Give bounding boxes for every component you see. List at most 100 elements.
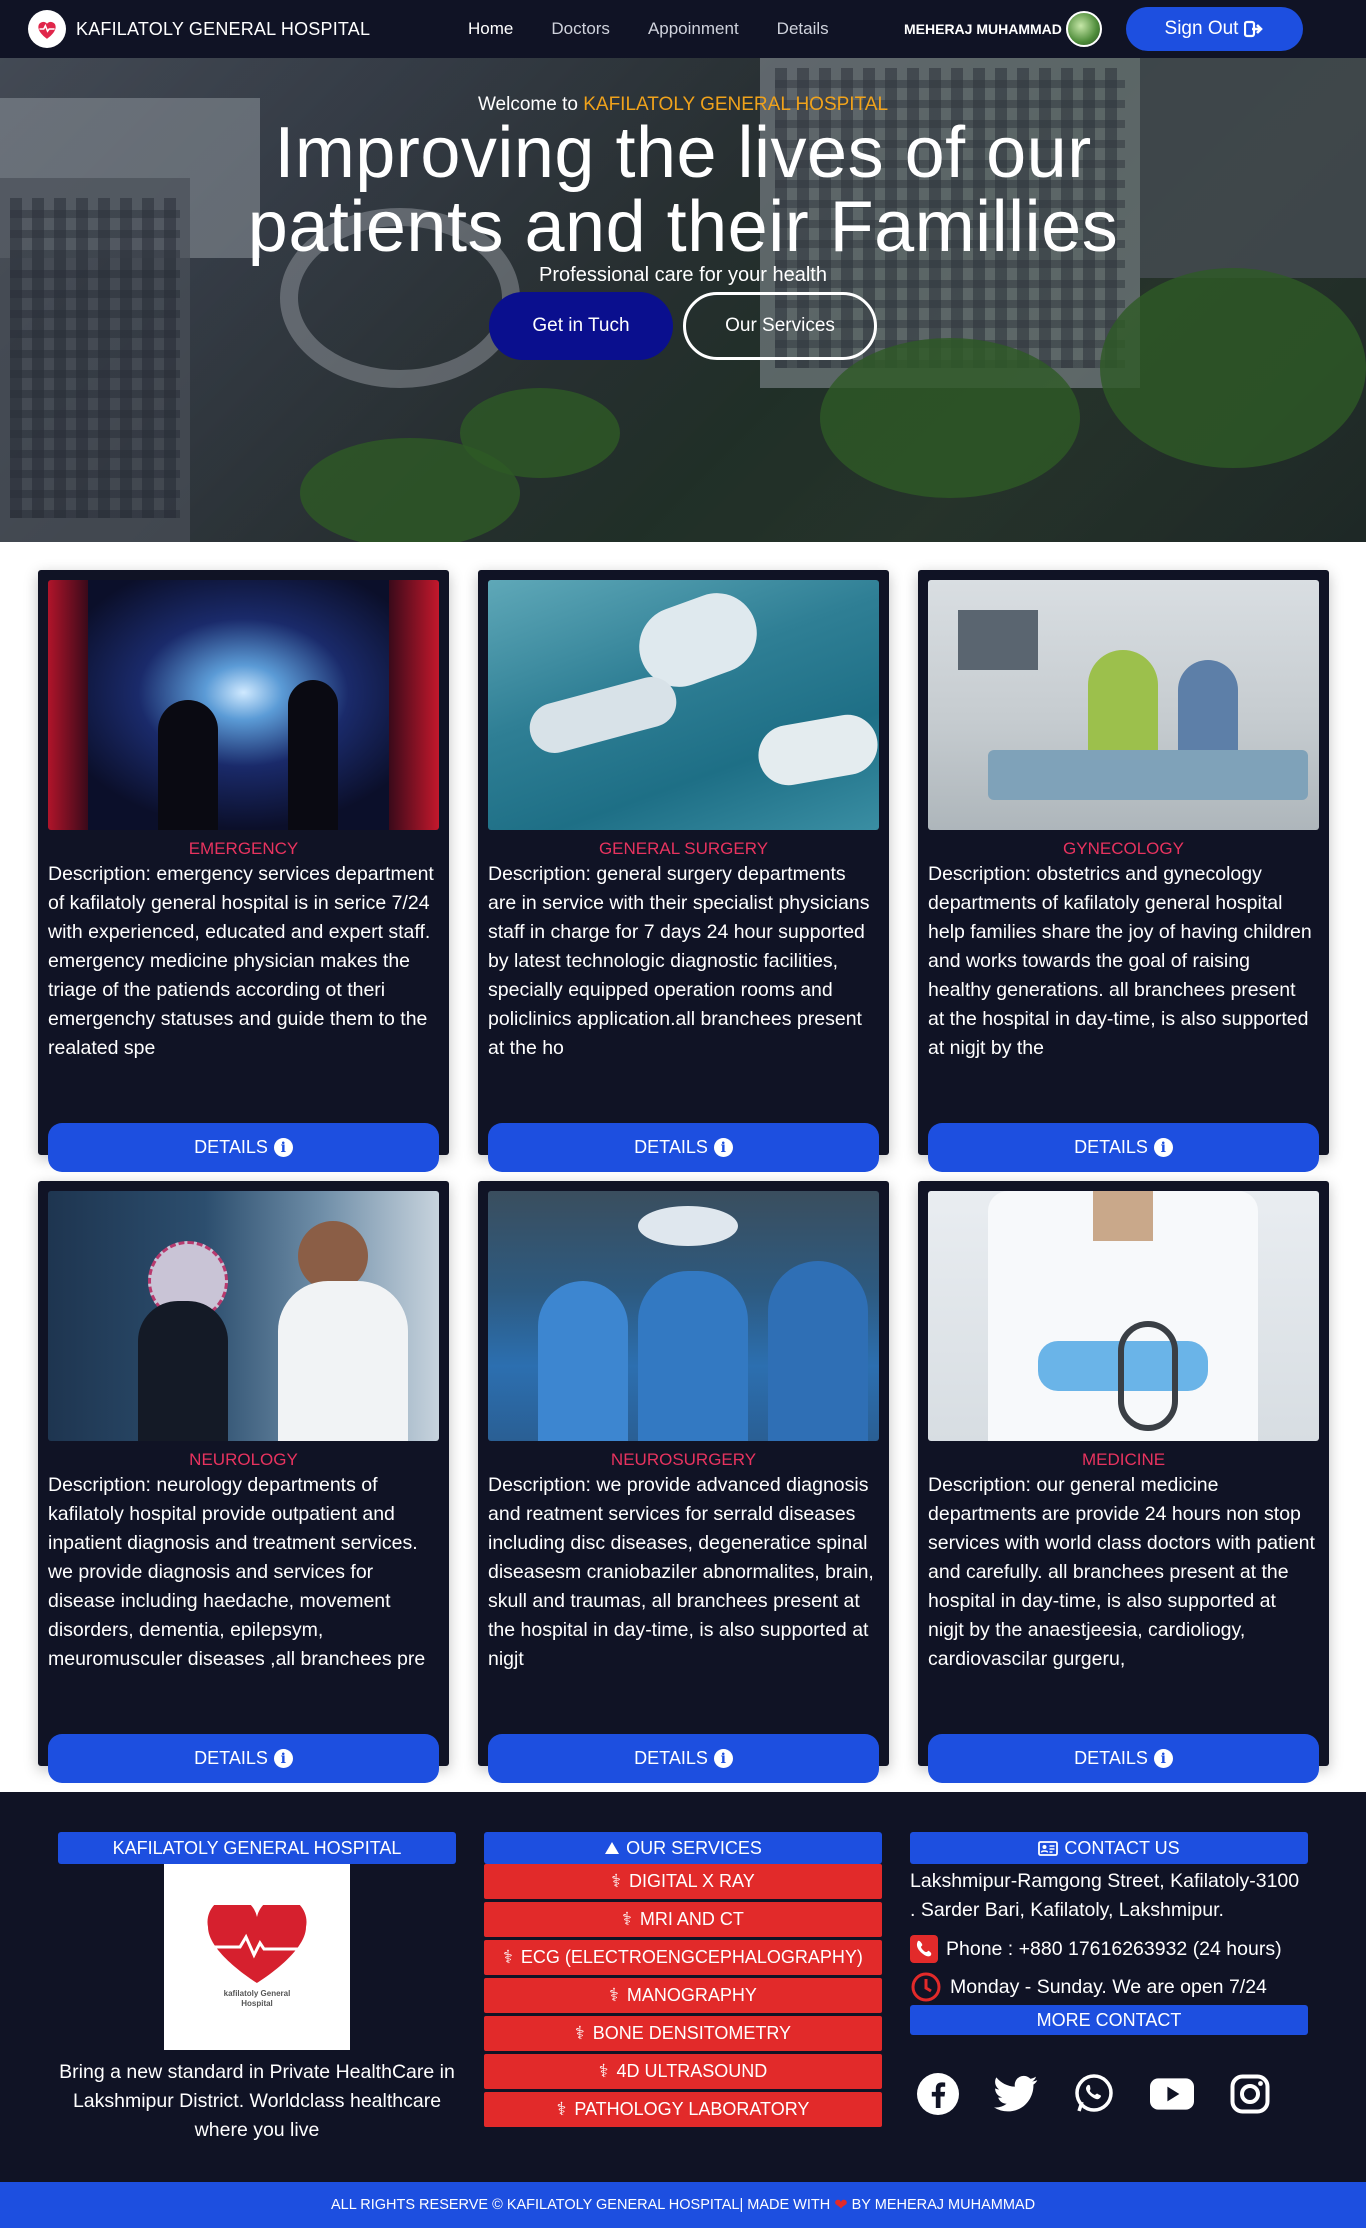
more-contact-button[interactable]: MORE CONTACT	[910, 2005, 1308, 2035]
info-icon: i	[273, 1138, 293, 1157]
details-button[interactable]: DETAILS i	[928, 1734, 1319, 1783]
nav-link-appointment[interactable]: Appoinment	[648, 19, 739, 39]
copyright-author: BY MEHERAJ MUHAMMAD	[851, 2197, 1036, 2213]
footer-about: KAFILATOLY GENERAL HOSPITAL kafilatoly G…	[58, 1832, 456, 2145]
footer-about-title: KAFILATOLY GENERAL HOSPITAL	[58, 1832, 456, 1864]
info-icon: i	[1153, 1138, 1173, 1157]
youtube-icon[interactable]	[1150, 2072, 1194, 2116]
clock-icon	[911, 1972, 941, 2002]
contact-phone[interactable]: Phone : +880 17616263932 (24 hours)	[910, 1935, 1308, 1963]
whatsapp-icon[interactable]	[1072, 2072, 1116, 2116]
contact-hours: Monday - Sunday. We are open 7/24	[910, 1971, 1308, 2003]
brand-name: KAFILATOLY GENERAL HOSPITAL	[76, 18, 371, 39]
nav-link-doctors[interactable]: Doctors	[551, 19, 610, 39]
card-title: GYNECOLOGY	[1063, 839, 1184, 858]
department-card: EMERGENCY Description: emergency service…	[38, 570, 449, 1172]
service-item[interactable]: ⚕ MRI AND CT	[484, 1902, 882, 1937]
hospital-logo: kafilatoly General Hospital	[164, 1864, 350, 2050]
service-label: ECG (ELECTROENGCEPHALOGRAPHY)	[520, 1947, 863, 1967]
details-button[interactable]: DETAILS i	[488, 1123, 879, 1172]
footer-services-label: OUR SERVICES	[626, 1837, 762, 1858]
card-description: Description: our general medicine depart…	[928, 1474, 1315, 1670]
service-label: 4D ULTRASOUND	[616, 2061, 768, 2081]
details-label: DETAILS	[1074, 1748, 1148, 1768]
details-button[interactable]: DETAILS i	[488, 1734, 879, 1783]
heart-logo-icon	[207, 1905, 307, 1983]
card-description: Description: neurology departments of ka…	[48, 1474, 426, 1670]
hero-bg-trees	[1100, 268, 1366, 468]
contact-phone-text: Phone : +880 17616263932 (24 hours)	[946, 1937, 1282, 1960]
card-description: Description: obstetrics and gynecology d…	[928, 863, 1312, 1059]
footer-contact-label: CONTACT US	[1064, 1837, 1180, 1858]
nav-link-home[interactable]: Home	[468, 19, 513, 39]
neurology-image	[48, 1191, 439, 1441]
hero-title: Improving the lives of our patients and …	[0, 116, 1366, 264]
service-label: BONE DENSITOMETRY	[592, 2023, 792, 2043]
hero-section: Welcome to KAFILATOLY GENERAL HOSPITAL I…	[0, 58, 1366, 542]
phone-icon	[910, 1935, 938, 1963]
user-profile[interactable]: MEHERAJ MUHAMMAD	[904, 0, 1102, 58]
service-label: MANOGRAPHY	[626, 1985, 757, 2005]
department-card: GENERAL SURGERY Description: general sur…	[478, 570, 889, 1172]
medicine-image	[928, 1191, 1319, 1441]
details-label: DETAILS	[634, 1748, 708, 1768]
contact-hours-text: Monday - Sunday. We are open 7/24	[950, 1975, 1267, 1998]
sign-out-label: Sign Out	[1164, 18, 1239, 39]
service-item[interactable]: ⚕ ECG (ELECTROENGCEPHALOGRAPHY)	[484, 1940, 882, 1975]
stethoscope-icon: ⚕	[611, 1871, 622, 1891]
details-label: DETAILS	[1074, 1137, 1148, 1157]
service-item[interactable]: ⚕ 4D ULTRASOUND	[484, 2054, 882, 2089]
department-card: MEDICINE Description: our general medici…	[918, 1181, 1329, 1783]
footer-services: OUR SERVICES ⚕ DIGITAL X RAY ⚕ MRI AND CT …	[484, 1832, 882, 2127]
service-item[interactable]: ⚕ BONE DENSITOMETRY	[484, 2016, 882, 2051]
emergency-image	[48, 580, 439, 830]
card-title: EMERGENCY	[188, 839, 299, 858]
details-button[interactable]: DETAILS i	[48, 1734, 439, 1783]
instagram-icon[interactable]	[1228, 2072, 1272, 2116]
card-title: NEUROSURGERY	[610, 1450, 757, 1469]
hero-title-line: patients and their Famillies	[247, 187, 1119, 267]
details-button[interactable]: DETAILS i	[928, 1123, 1319, 1172]
info-icon: i	[273, 1749, 293, 1768]
card-description: Description: general surgery departments…	[488, 863, 870, 1059]
our-services-button[interactable]: Our Services	[683, 292, 877, 360]
welcome-hospital-name: KAFILATOLY GENERAL HOSPITAL	[583, 94, 889, 115]
nav-link-details[interactable]: Details	[777, 19, 829, 39]
hero-bg-trees	[820, 338, 1080, 498]
brand[interactable]: KAFILATOLY GENERAL HOSPITAL	[28, 10, 370, 48]
get-in-touch-button[interactable]: Get in Tuch	[489, 292, 673, 360]
user-name: MEHERAJ MUHAMMAD	[904, 21, 1062, 37]
heart-icon: ❤	[834, 2197, 848, 2214]
service-label: DIGITAL X RAY	[629, 1871, 755, 1891]
footer-contact: CONTACT US Lakshmipur-Ramgong Street, Ka…	[910, 1832, 1308, 2035]
card-description: Description: emergency services departme…	[48, 863, 434, 1059]
social-links	[916, 2072, 1272, 2116]
logo-text: kafilatoly General Hospital	[223, 1989, 291, 2008]
details-button[interactable]: DETAILS i	[48, 1123, 439, 1172]
service-item[interactable]: ⚕ PATHOLOGY LABORATORY	[484, 2092, 882, 2127]
contact-card-icon	[1038, 1840, 1059, 1856]
services-list: ⚕ DIGITAL X RAY ⚕ MRI AND CT ⚕ ECG (ELECTRO…	[484, 1864, 882, 2127]
avatar[interactable]	[1065, 11, 1102, 47]
neurosurgery-image	[488, 1191, 879, 1441]
service-item[interactable]: ⚕ DIGITAL X RAY	[484, 1864, 882, 1899]
gynecology-image	[928, 580, 1319, 830]
footer-tagline: Bring a new standard in Private HealthCa…	[59, 2061, 455, 2141]
contact-address: Lakshmipur-Ramgong Street, Kafilatoly-31…	[910, 1870, 1300, 1921]
sign-out-button[interactable]: Sign Out	[1126, 7, 1303, 51]
service-item[interactable]: ⚕ MANOGRAPHY	[484, 1978, 882, 2013]
details-label: DETAILS	[194, 1137, 268, 1157]
welcome-prefix: Welcome to	[477, 94, 578, 115]
details-label: DETAILS	[634, 1137, 708, 1157]
info-icon: i	[713, 1749, 733, 1768]
ambulance-icon	[605, 1842, 620, 1854]
heart-logo-icon	[28, 10, 66, 48]
card-title: MEDICINE	[1081, 1450, 1166, 1469]
hero-subtitle: Professional care for your health	[539, 264, 827, 286]
footer: KAFILATOLY GENERAL HOSPITAL kafilatoly G…	[0, 1792, 1366, 2182]
stethoscope-icon: ⚕	[609, 1985, 619, 2005]
twitter-icon[interactable]	[994, 2072, 1038, 2116]
service-label: PATHOLOGY LABORATORY	[574, 2099, 810, 2119]
hero-buttons: Get in Tuch Our Services	[489, 292, 877, 360]
facebook-icon[interactable]	[916, 2072, 960, 2116]
